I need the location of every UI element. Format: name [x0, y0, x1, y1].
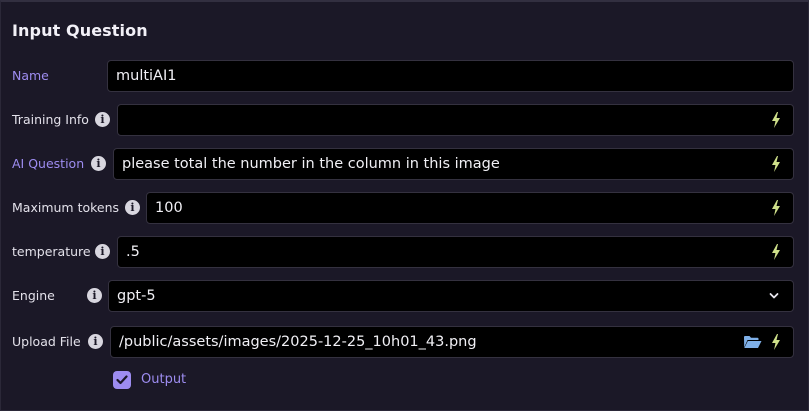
lightning-bolt-icon[interactable] [771, 334, 781, 350]
upload-file-label: Upload File [12, 334, 81, 349]
ai-question-label: AI Question [12, 156, 85, 171]
info-icon[interactable]: i [91, 156, 106, 171]
upload-file-input[interactable]: /public/assets/images/2025-12-25_10h01_4… [110, 326, 794, 358]
maximum-tokens-value: 100 [155, 200, 183, 216]
name-row: Name multiAI1 [1, 60, 809, 92]
name-input[interactable]: multiAI1 [107, 60, 794, 92]
engine-selected-value: gpt-5 [117, 288, 156, 304]
training-info-label: Training Info [12, 112, 89, 127]
folder-open-icon[interactable] [743, 335, 762, 349]
info-icon[interactable]: i [95, 112, 110, 127]
maximum-tokens-input[interactable]: 100 [146, 192, 794, 224]
checkmark-icon [116, 375, 128, 385]
engine-select[interactable]: gpt-5 [108, 280, 794, 312]
training-info-input[interactable] [117, 104, 794, 136]
name-label: Name [12, 68, 49, 83]
output-checkbox[interactable] [113, 371, 131, 389]
temperature-input[interactable]: .5 [117, 236, 794, 268]
ai-question-input[interactable]: please total the number in the column in… [113, 148, 794, 180]
input-question-panel: Input Question Name multiAI1 Training In… [0, 0, 809, 411]
info-icon[interactable]: i [125, 200, 140, 215]
temperature-label: temperature [12, 244, 91, 259]
ai-question-value: please total the number in the column in… [122, 156, 500, 172]
upload-file-row: Upload File i /public/assets/images/2025… [1, 326, 809, 358]
engine-label: Engine [12, 288, 55, 303]
training-info-row: Training Info i [1, 104, 809, 136]
ai-question-row: AI Question i please total the number in… [1, 148, 809, 180]
maximum-tokens-label: Maximum tokens [12, 200, 120, 215]
name-input-value: multiAI1 [116, 68, 177, 84]
lightning-bolt-icon[interactable] [771, 200, 781, 216]
upload-file-path: /public/assets/images/2025-12-25_10h01_4… [119, 334, 477, 350]
panel-title: Input Question [12, 21, 148, 40]
info-icon[interactable]: i [95, 244, 110, 259]
info-icon[interactable]: i [88, 334, 103, 349]
lightning-bolt-icon[interactable] [771, 156, 781, 172]
chevron-down-icon[interactable] [769, 292, 779, 300]
temperature-row: temperature i .5 [1, 236, 809, 268]
lightning-bolt-icon[interactable] [771, 112, 781, 128]
engine-row: Engine i gpt-5 [1, 280, 809, 312]
output-checkbox-label: Output [141, 372, 187, 387]
info-icon[interactable]: i [87, 288, 102, 303]
lightning-bolt-icon[interactable] [771, 244, 781, 260]
temperature-value: .5 [126, 244, 140, 260]
maximum-tokens-row: Maximum tokens i 100 [1, 192, 809, 224]
